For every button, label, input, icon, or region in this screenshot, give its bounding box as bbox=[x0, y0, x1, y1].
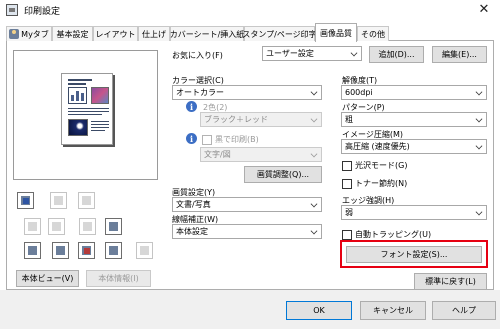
checkbox-box bbox=[342, 160, 352, 171]
font-settings-button[interactable]: フォント設定(S)... bbox=[346, 246, 482, 263]
chevron-down-icon bbox=[475, 88, 483, 96]
tab-my-tab[interactable]: Myタブ bbox=[6, 26, 52, 41]
close-icon[interactable]: ✕ bbox=[476, 2, 492, 17]
printer-icon bbox=[6, 4, 18, 16]
resolution-select[interactable]: 600dpi bbox=[341, 85, 487, 100]
two-color-select[interactable]: ブラック＋レッド bbox=[200, 112, 322, 127]
line-width-select[interactable]: 本体設定 bbox=[172, 224, 322, 239]
pattern-select[interactable]: 粗 bbox=[341, 112, 487, 127]
black-print-label: 黒で印刷(B) bbox=[215, 135, 259, 144]
printer-info-button[interactable]: 本体情報(I) bbox=[86, 270, 151, 287]
tab-other[interactable]: その他 bbox=[357, 26, 389, 41]
edge-value: 弱 bbox=[345, 208, 353, 217]
tab-cover-sheet[interactable]: カバーシート/挿入紙 bbox=[170, 26, 244, 41]
toner-save-label: トナー節約(N) bbox=[355, 179, 408, 188]
info-icon: i bbox=[186, 101, 197, 112]
compression-select[interactable]: 高圧縮 (速度優先) bbox=[341, 139, 487, 154]
chevron-down-icon bbox=[475, 208, 483, 216]
tab-label: Myタブ bbox=[21, 29, 49, 39]
punch-icon bbox=[48, 218, 65, 235]
favorites-value: ユーザー設定 bbox=[266, 49, 314, 58]
add-favorite-button[interactable]: 追加(D)... bbox=[369, 46, 424, 63]
page-preview bbox=[13, 50, 158, 180]
finisher-icon bbox=[105, 242, 122, 259]
paper-tray-icon bbox=[50, 192, 67, 209]
pattern-value: 粗 bbox=[345, 115, 353, 124]
user-box-icon bbox=[52, 242, 69, 259]
black-print-value: 文字/図 bbox=[204, 150, 231, 159]
help-button[interactable]: ヘルプ bbox=[432, 301, 496, 320]
tab-bar: Myタブ 基本設定 レイアウト 仕上げ カバーシート/挿入紙 スタンプ/ページ印… bbox=[6, 23, 494, 42]
favorites-label: お気に入り(F) bbox=[172, 51, 223, 60]
auto-trapping-checkbox[interactable]: 自動トラッピング(U) bbox=[342, 229, 431, 240]
image-adjust-button[interactable]: 画質調整(Q)... bbox=[244, 166, 322, 183]
duplex-icon bbox=[105, 218, 122, 235]
tab-layout[interactable]: レイアウト bbox=[93, 26, 138, 41]
edit-favorite-button[interactable]: 編集(E)... bbox=[432, 46, 487, 63]
checkbox-box bbox=[342, 229, 352, 240]
output-tray-icon bbox=[78, 192, 95, 209]
black-print-checkbox[interactable]: 黒で印刷(B) bbox=[202, 134, 259, 145]
quality-value: 文書/写真 bbox=[176, 200, 211, 209]
color-select[interactable]: オートカラー bbox=[172, 85, 322, 100]
tab-basic[interactable]: 基本設定 bbox=[52, 26, 93, 41]
checkbox-box bbox=[202, 134, 212, 145]
fold-icon bbox=[79, 218, 96, 235]
user-icon bbox=[9, 29, 20, 39]
toner-save-checkbox[interactable]: トナー節約(N) bbox=[342, 178, 407, 189]
chevron-down-icon bbox=[350, 49, 358, 57]
restore-default-button[interactable]: 標準に戻す(L) bbox=[414, 273, 487, 290]
quality-select[interactable]: 文書/写真 bbox=[172, 197, 322, 212]
bar-graphic bbox=[68, 87, 87, 104]
ok-button[interactable]: OK bbox=[286, 301, 352, 320]
glossy-label: 光沢モード(G) bbox=[355, 161, 408, 170]
chevron-down-icon bbox=[475, 142, 483, 150]
cancel-button[interactable]: キャンセル bbox=[360, 301, 426, 320]
printer-view-button[interactable]: 本体ビュー(V) bbox=[16, 270, 79, 287]
chevron-down-icon bbox=[475, 115, 483, 123]
compression-value: 高圧縮 (速度優先) bbox=[345, 142, 410, 151]
checkbox-box bbox=[342, 178, 352, 189]
tab-finishing[interactable]: 仕上げ bbox=[138, 26, 170, 41]
line-width-value: 本体設定 bbox=[176, 227, 208, 236]
chevron-down-icon bbox=[310, 150, 318, 158]
tab-stamp[interactable]: スタンプ/ページ印字 bbox=[242, 26, 317, 41]
preview-page bbox=[61, 73, 113, 145]
color-photo bbox=[91, 87, 109, 104]
chevron-down-icon bbox=[310, 200, 318, 208]
chevron-down-icon bbox=[310, 227, 318, 235]
night-photo bbox=[68, 119, 88, 136]
account-icon bbox=[78, 242, 95, 259]
auto-trapping-label: 自動トラッピング(U) bbox=[355, 230, 432, 239]
black-print-select[interactable]: 文字/図 bbox=[200, 147, 322, 162]
tab-image-quality[interactable]: 画像品質 bbox=[315, 23, 357, 42]
window-title: 印刷設定 bbox=[24, 6, 61, 17]
box-icon bbox=[136, 242, 153, 259]
color-select-value: オートカラー bbox=[176, 88, 224, 97]
favorites-select[interactable]: ユーザー設定 bbox=[262, 46, 362, 61]
chevron-down-icon bbox=[310, 88, 318, 96]
title-bar: 印刷設定 ✕ bbox=[0, 0, 500, 20]
printer-main-icon bbox=[17, 192, 34, 209]
glossy-checkbox[interactable]: 光沢モード(G) bbox=[342, 160, 407, 171]
two-color-value: ブラック＋レッド bbox=[204, 115, 268, 124]
info-icon: i bbox=[186, 133, 197, 144]
chevron-down-icon bbox=[310, 115, 318, 123]
document-icon bbox=[24, 242, 41, 259]
resolution-value: 600dpi bbox=[345, 88, 373, 97]
edge-select[interactable]: 弱 bbox=[341, 205, 487, 220]
staple-icon bbox=[24, 218, 41, 235]
